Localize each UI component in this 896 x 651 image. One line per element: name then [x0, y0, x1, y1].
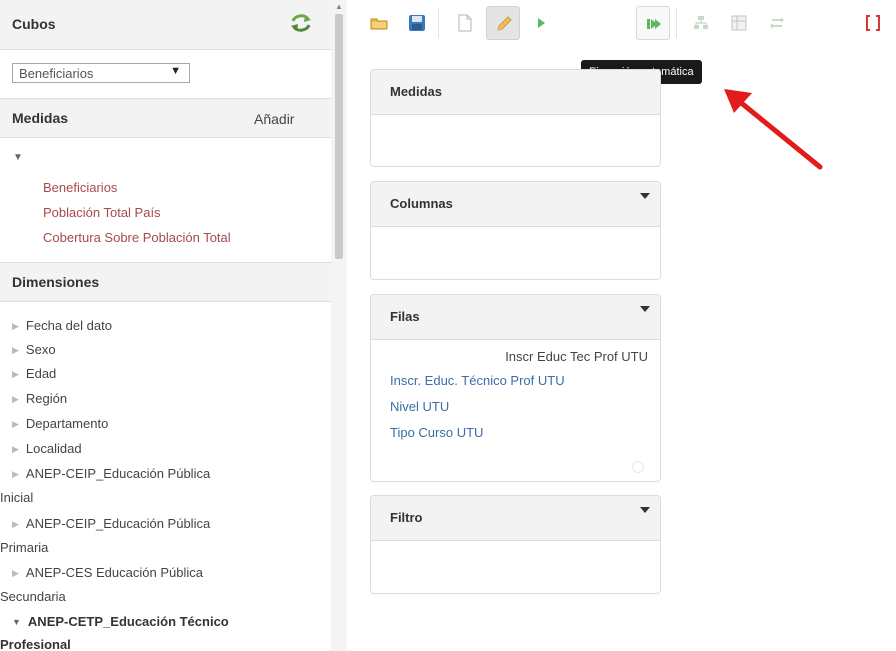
dimension-item[interactable]: ▶ Fecha del dato — [12, 318, 112, 333]
expand-triangle-icon: ▶ — [12, 345, 19, 355]
dimension-label: Fecha del dato — [25, 318, 112, 333]
dimension-label: Departamento — [25, 416, 109, 431]
measure-item[interactable]: Población Total País — [43, 205, 161, 220]
auto-run-icon — [647, 19, 661, 29]
columns-panel-header: Columnas — [371, 182, 660, 227]
rows-panel-title: Filas — [390, 309, 420, 324]
rows-level-item[interactable]: Inscr. Educ. Técnico Prof UTU — [390, 373, 565, 388]
dimension-label: ANEP-CEIP_Educación Pública — [25, 466, 211, 481]
dimension-item[interactable]: ▶ ANEP-CES Educación Pública — [12, 565, 203, 580]
toolbar-separator — [676, 8, 677, 38]
cubes-header: Cubos — [0, 0, 331, 50]
scroll-up-icon[interactable]: ▲ — [335, 2, 343, 11]
grid-button[interactable] — [722, 6, 756, 40]
dimension-item[interactable]: ▶ ANEP-CEIP_Educación Pública — [12, 516, 210, 531]
hierarchy-icon — [694, 16, 708, 29]
expand-triangle-icon: ▶ — [12, 519, 19, 529]
sidebar-scrollbar[interactable]: ▲ — [331, 0, 347, 651]
columns-panel-title: Columnas — [390, 196, 453, 211]
dimension-item[interactable]: ▶ ANEP-CEIP_Educación Pública — [12, 466, 210, 481]
auto-run-button[interactable] — [636, 6, 670, 40]
open-button[interactable] — [362, 6, 396, 40]
dimension-label: Edad — [25, 366, 57, 381]
resize-grip-icon — [632, 461, 644, 473]
play-icon — [538, 18, 545, 28]
toolbar — [348, 0, 896, 46]
dimension-label: ANEP-CEIP_Educación Pública — [25, 516, 211, 531]
rows-level-item[interactable]: Nivel UTU — [390, 399, 449, 414]
expand-triangle-icon: ▶ — [12, 568, 19, 578]
dimension-label: Región — [25, 391, 68, 406]
expand-triangle-icon: ▶ — [12, 419, 19, 429]
rows-dimension-header: Inscr Educ Tec Prof UTU — [505, 349, 648, 364]
measure-item[interactable]: Beneficiarios — [43, 180, 117, 195]
folder-icon — [370, 18, 388, 30]
new-query-button[interactable] — [448, 6, 482, 40]
pencil-icon — [497, 16, 512, 31]
new-document-icon — [458, 14, 472, 32]
measures-panel-title: Medidas — [390, 84, 443, 99]
swap-button[interactable] — [760, 6, 794, 40]
dimension-label-cont: Primaria — [0, 540, 49, 555]
save-button[interactable] — [400, 6, 434, 40]
annotation-arrow-icon — [724, 89, 823, 170]
dimension-label-cont: Profesional — [0, 637, 71, 651]
cube-sidebar: Cubos Beneficiarios ▼ Medidas Añadir ▼ B… — [0, 0, 331, 651]
expand-triangle-icon: ▶ — [12, 321, 19, 331]
dimension-label-cont: Secundaria — [0, 589, 66, 604]
edit-button[interactable] — [486, 6, 520, 40]
caret-down-icon[interactable] — [640, 193, 650, 199]
dimensions-title: Dimensiones — [12, 274, 100, 290]
add-measure-link[interactable]: Añadir — [254, 111, 294, 127]
json-button[interactable] — [856, 6, 890, 40]
collapse-triangle-icon[interactable]: ▼ — [13, 152, 23, 163]
json-icon — [866, 15, 880, 31]
measures-header: Medidas Añadir — [0, 98, 331, 138]
dimension-label: ANEP-CETP_Educación Técnico — [27, 614, 229, 629]
cubes-title: Cubos — [12, 16, 56, 32]
caret-down-icon[interactable] — [640, 507, 650, 513]
filter-drop-panel[interactable]: Filtro — [370, 495, 661, 594]
columns-drop-panel[interactable]: Columnas — [370, 181, 661, 280]
dimension-item[interactable]: ▶ Edad — [12, 366, 56, 381]
swap-icon — [770, 17, 784, 29]
toolbar-separator — [438, 8, 439, 38]
collapse-triangle-icon: ▼ — [12, 617, 21, 627]
dimension-label: Localidad — [25, 441, 82, 456]
expand-triangle-icon: ▶ — [12, 444, 19, 454]
dimension-label: Sexo — [25, 342, 56, 357]
chevron-down-icon: ▼ — [170, 65, 181, 77]
filter-panel-title: Filtro — [390, 510, 423, 525]
dimension-item[interactable]: ▶ Región — [12, 391, 67, 406]
expand-triangle-icon: ▶ — [12, 369, 19, 379]
cube-select[interactable]: Beneficiarios ▼ — [12, 63, 190, 83]
rows-drop-panel[interactable]: Filas Inscr Educ Tec Prof UTU Inscr. Edu… — [370, 294, 661, 482]
dimension-label: ANEP-CES Educación Pública — [25, 565, 203, 580]
dimension-item-expanded[interactable]: ▼ ANEP-CETP_Educación Técnico — [12, 614, 229, 629]
cube-select-value: Beneficiarios — [19, 66, 94, 81]
rows-level-item[interactable]: Tipo Curso UTU — [390, 425, 483, 440]
expand-triangle-icon: ▶ — [12, 469, 19, 479]
dimension-item[interactable]: ▶ Departamento — [12, 416, 108, 431]
hierarchy-button[interactable] — [684, 6, 718, 40]
dimensions-header: Dimensiones — [0, 262, 331, 302]
dimension-item[interactable]: ▶ Sexo — [12, 342, 56, 357]
measures-drop-panel[interactable]: Medidas — [370, 69, 661, 167]
measures-title: Medidas — [12, 110, 69, 126]
grid-icon — [731, 15, 747, 31]
dimension-item[interactable]: ▶ Localidad — [12, 441, 82, 456]
rows-panel-header: Filas — [371, 295, 660, 340]
caret-down-icon[interactable] — [640, 306, 650, 312]
measure-item[interactable]: Cobertura Sobre Población Total — [43, 230, 231, 245]
refresh-icon[interactable] — [289, 12, 313, 34]
save-icon — [409, 15, 425, 31]
expand-triangle-icon: ▶ — [12, 394, 19, 404]
dimension-label-cont: Inicial — [0, 490, 34, 505]
measures-panel-header: Medidas — [371, 70, 660, 115]
run-button[interactable] — [524, 6, 558, 40]
filter-panel-header: Filtro — [371, 496, 660, 541]
scrollbar-thumb[interactable] — [335, 14, 343, 259]
